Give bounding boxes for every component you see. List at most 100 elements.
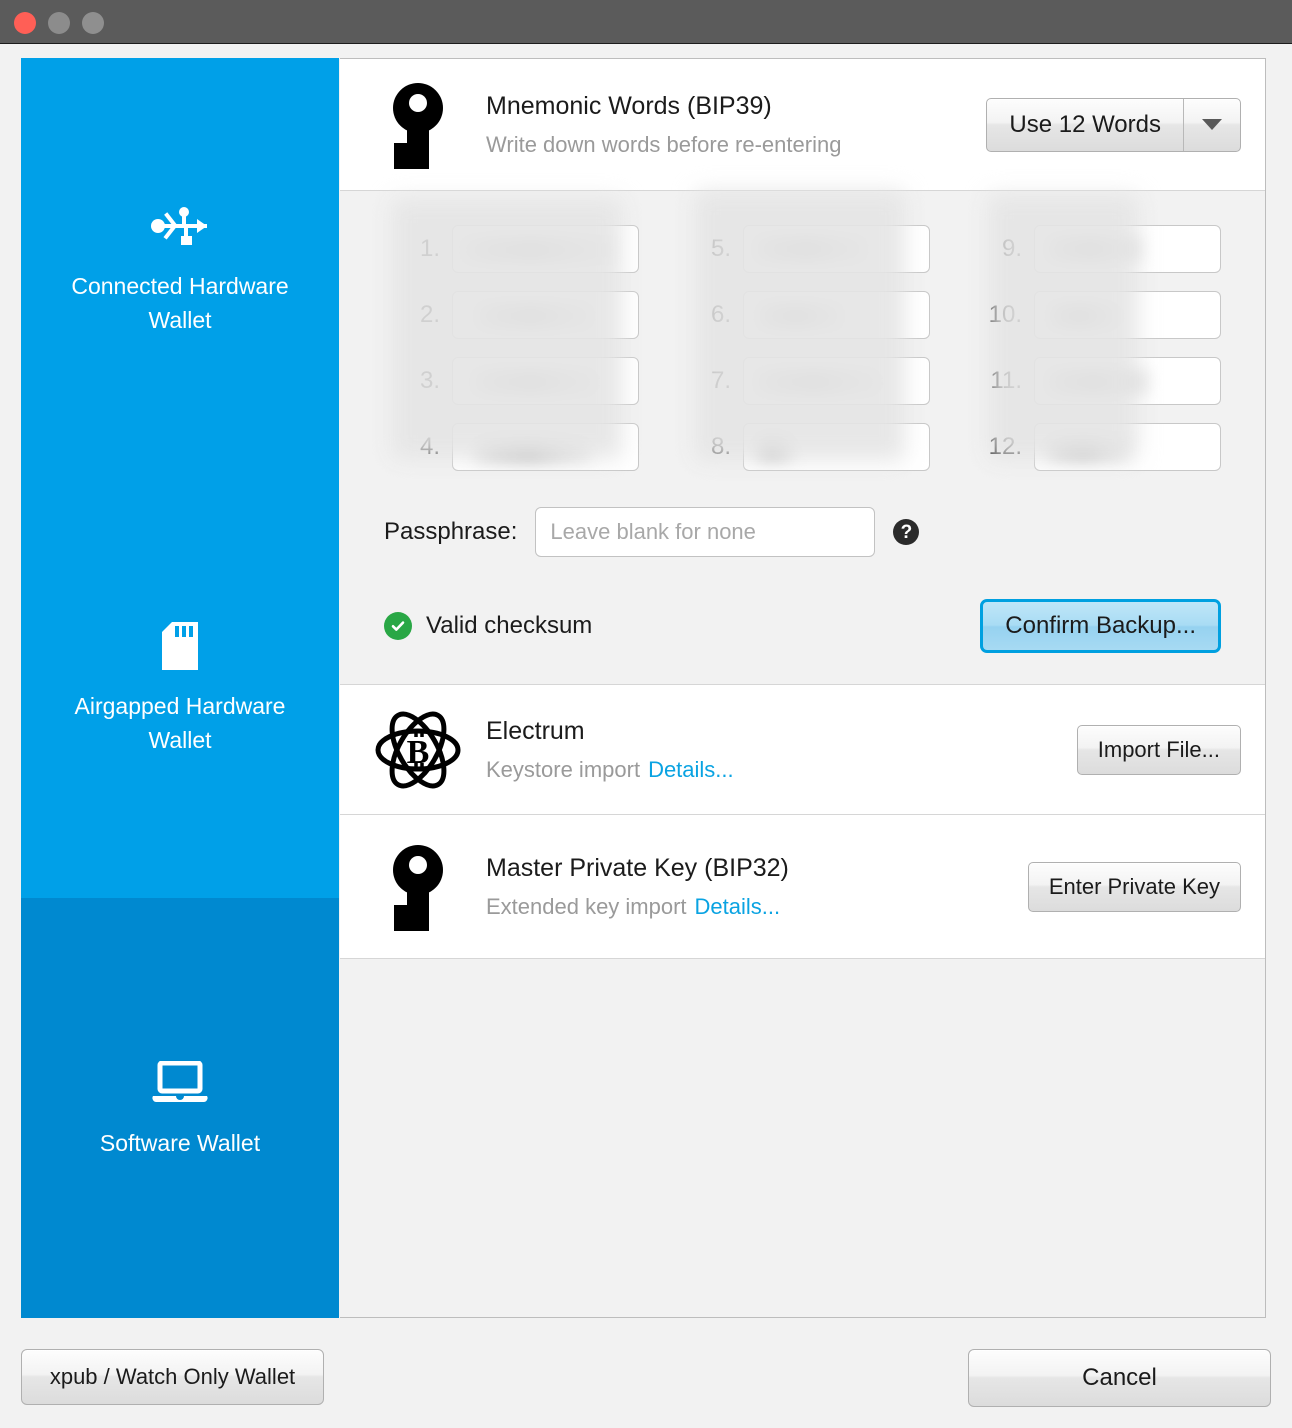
cancel-button[interactable]: Cancel [968, 1349, 1271, 1407]
empty-area [340, 959, 1265, 1317]
app-window: Connected Hardware Wallet Airgapped Hard… [0, 0, 1292, 1428]
redacted-word [1045, 369, 1150, 395]
laptop-icon [152, 1056, 208, 1110]
word-number: 7. [710, 367, 731, 394]
electrum-row: B Electrum Keystore import Details... Imp… [340, 685, 1265, 815]
help-icon[interactable]: ? [893, 519, 920, 545]
master-key-title: Master Private Key (BIP32) [486, 854, 789, 882]
key-icon [366, 843, 470, 931]
word-number: 6. [710, 301, 731, 328]
checksum-status: Valid checksum [384, 612, 592, 640]
master-key-action: Enter Private Key [1027, 861, 1241, 912]
electrum-text-block: Electrum Keystore import Details... [470, 715, 1077, 784]
sidebar-item-label: Software Wallet [99, 1130, 261, 1156]
sidebar-item-airgapped-hardware-wallet[interactable]: Airgapped Hardware Wallet [21, 478, 339, 898]
redacted-word [753, 236, 868, 262]
word-number: 10. [988, 301, 1022, 328]
word-cell: 5. [675, 225, 930, 273]
check-circle-icon [384, 612, 412, 640]
sidebar-item-label: Connected Hardware Wallet [71, 273, 289, 333]
enter-private-key-button[interactable]: Enter Private Key [1027, 861, 1241, 912]
word-number: 3. [419, 367, 440, 394]
passphrase-input[interactable] [535, 507, 876, 557]
sidebar-item-label: Airgapped Hardware Wallet [74, 693, 286, 753]
word-input-6[interactable] [743, 291, 930, 339]
word-cell: 8. [675, 423, 930, 471]
word-input-12[interactable] [1034, 423, 1221, 471]
word-input-11[interactable] [1034, 357, 1221, 405]
redacted-word [756, 303, 844, 329]
electrum-title: Electrum [486, 717, 585, 745]
xpub-watch-only-wallet-button[interactable]: xpub / Watch Only Wallet [21, 1349, 324, 1405]
redacted-word [1045, 435, 1129, 461]
electrum-details-link[interactable]: Details... [648, 757, 734, 782]
word-cell: 3. [384, 357, 639, 405]
word-number: 1. [419, 235, 440, 262]
mnemonic-word-grid: 1. 5. 9. 2. 6. 10. 3. 7. 11. 4. 8. 12. [366, 215, 1239, 471]
maximize-button[interactable] [82, 12, 104, 34]
master-private-key-row: Master Private Key (BIP32) Extended key … [340, 815, 1265, 959]
word-number: 2. [419, 301, 440, 328]
word-input-1[interactable] [452, 225, 639, 273]
window-body: Connected Hardware Wallet Airgapped Hard… [0, 45, 1292, 1428]
master-key-subtitle: Extended key import [486, 894, 687, 919]
word-input-4[interactable] [452, 423, 639, 471]
word-input-9[interactable] [1034, 225, 1221, 273]
word-cell: 6. [675, 291, 930, 339]
mnemonic-entry-panel: 1. 5. 9. 2. 6. 10. 3. 7. 11. 4. 8. 12. P… [340, 191, 1265, 685]
electrum-action: Import File... [1076, 724, 1241, 775]
word-input-3[interactable] [452, 357, 639, 405]
window-controls [14, 12, 104, 34]
word-count-button-label[interactable]: Use 12 Words [987, 98, 1184, 151]
svg-text:B: B [407, 734, 430, 771]
sidebar-item-connected-hardware-wallet[interactable]: Connected Hardware Wallet [21, 58, 339, 478]
mnemonic-title: Mnemonic Words (BIP39) [486, 92, 772, 120]
word-input-8[interactable] [743, 423, 930, 471]
mnemonic-header-row: Mnemonic Words (BIP39) Write down words … [340, 59, 1265, 191]
sd-card-icon [162, 619, 198, 673]
word-number: 11. [990, 367, 1022, 394]
electrum-subtitle-block: Keystore import Details... [486, 756, 1077, 784]
redacted-word [1045, 236, 1143, 262]
word-cell: 4. [384, 423, 639, 471]
master-key-subtitle-block: Extended key import Details... [486, 893, 1028, 921]
word-number: 5. [710, 235, 731, 262]
redacted-word [475, 303, 595, 329]
mnemonic-subtitle: Write down words before re-entering [486, 132, 842, 157]
window-titlebar [0, 0, 1292, 44]
wallet-source-list: Mnemonic Words (BIP39) Write down words … [340, 58, 1266, 1318]
word-cell: 1. [384, 225, 639, 273]
checksum-confirm-row: Valid checksum Confirm Backup... [366, 557, 1239, 653]
word-count-dropdown-toggle[interactable] [1184, 99, 1240, 151]
word-count-split-button[interactable]: Use 12 Words [986, 97, 1241, 152]
word-input-2[interactable] [452, 291, 639, 339]
redacted-word [471, 369, 599, 395]
redacted-word [1047, 303, 1119, 329]
redacted-word [754, 369, 882, 395]
close-button[interactable] [14, 12, 36, 34]
sidebar-item-software-wallet[interactable]: Software Wallet [21, 898, 339, 1318]
word-number: 12. [988, 433, 1022, 460]
import-file-button[interactable]: Import File... [1076, 724, 1241, 775]
word-cell: 11. [966, 357, 1221, 405]
usb-icon [151, 199, 209, 253]
passphrase-label: Passphrase: [384, 518, 518, 545]
word-cell: 10. [966, 291, 1221, 339]
word-input-7[interactable] [743, 357, 930, 405]
word-input-10[interactable] [1034, 291, 1221, 339]
confirm-backup-button[interactable]: Confirm Backup... [980, 599, 1221, 653]
redacted-word [754, 435, 796, 461]
word-number: 4. [419, 433, 440, 460]
word-input-5[interactable] [743, 225, 930, 273]
passphrase-row: Passphrase: ? [366, 471, 1239, 557]
word-cell: 12. [966, 423, 1221, 471]
minimize-button[interactable] [48, 12, 70, 34]
word-cell: 9. [966, 225, 1221, 273]
checksum-label: Valid checksum [426, 612, 593, 639]
master-key-details-link[interactable]: Details... [695, 894, 781, 919]
word-number: 8. [710, 433, 731, 460]
mnemonic-text-block: Mnemonic Words (BIP39) Write down words … [470, 90, 986, 159]
word-cell: 2. [384, 291, 639, 339]
chevron-down-icon [1202, 119, 1222, 130]
electrum-atom-icon: B [366, 707, 470, 793]
